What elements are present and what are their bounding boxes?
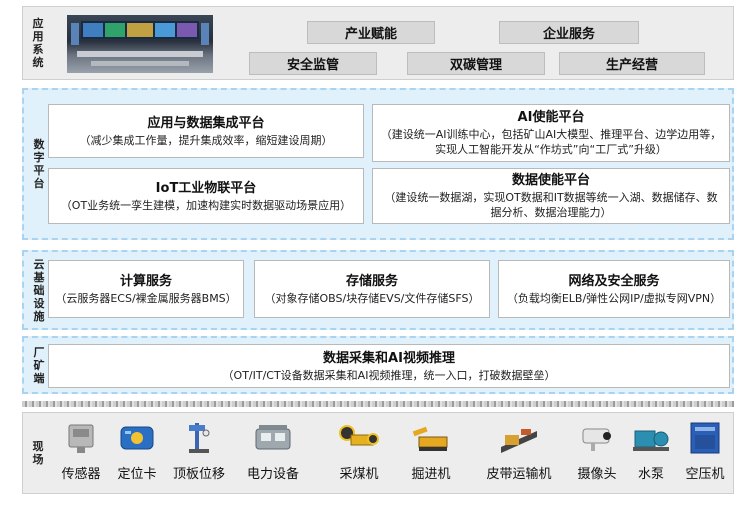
device-roadheader: 掘进机 [403,421,459,482]
plant-edge-layer: 厂 矿 端 数据采集和AI视频推理 （OT/IT/CT设备数据采集和AI视频推理… [22,336,734,394]
digital-platform-layer: 数 字 平 台 应用与数据集成平台 （减少集成工作量，提升集成效率，缩短建设周期… [22,88,734,240]
plant-edge-layer-label: 厂 矿 端 [33,345,45,385]
device-water-pump: 水泵 [623,421,679,482]
data-enablement-platform-card: 数据使能平台 （建设统一数据湖，实现OT数据和IT数据等统一入湖、数据储存、数据… [372,168,730,224]
device-locator-card: 定位卡 [109,421,165,482]
dual-carbon-management-button: 双碳管理 [407,52,545,75]
safety-supervision-button: 安全监管 [249,52,377,75]
locator-card-icon [117,421,157,455]
application-layer-label: 应 用 系 统 [32,17,44,69]
device-air-compressor: 空压机 [677,421,733,482]
layer-separator [22,401,734,407]
sensor-icon [61,421,101,455]
field-layer: 现 场 传感器 定位卡 顶板位移 电力设备 采煤机 掘进机 皮带运输机 摄像头 … [22,412,734,494]
network-security-service-card: 网络及安全服务 （负载均衡ELB/弹性公网IP/虚拟专网VPN） [498,260,730,318]
roof-displacement-icon [179,421,219,455]
application-layer: 应 用 系 统 产业赋能 企业服务 安全监管 双碳管理 生产经营 [22,6,734,80]
app-data-integration-platform-card: 应用与数据集成平台 （减少集成工作量，提升集成效率，缩短建设周期） [48,104,364,158]
enterprise-service-button: 企业服务 [499,21,639,44]
roadheader-icon [411,421,451,455]
air-compressor-icon [685,421,725,455]
device-sensor: 传感器 [53,421,109,482]
ai-enablement-platform-card: AI使能平台 （建设统一AI训练中心，包括矿山AI大模型、推理平台、边学边用等，… [372,104,730,162]
digital-platform-layer-label: 数 字 平 台 [33,138,45,190]
data-collection-ai-video-card: 数据采集和AI视频推理 （OT/IT/CT设备数据采集和AI视频推理，统一入口，… [48,344,730,388]
device-camera: 摄像头 [569,421,625,482]
production-operation-button: 生产经营 [559,52,705,75]
cloud-infrastructure-layer-label: 云 基 础 设 施 [33,257,45,323]
water-pump-icon [631,421,671,455]
cloud-infrastructure-layer: 云 基 础 设 施 计算服务 （云服务器ECS/裸金属服务器BMS） 存储服务 … [22,250,734,330]
camera-icon [577,421,617,455]
industry-empowerment-button: 产业赋能 [307,21,435,44]
control-room-image [67,15,213,73]
compute-service-card: 计算服务 （云服务器ECS/裸金属服务器BMS） [48,260,244,318]
device-shearer: 采煤机 [331,421,387,482]
field-layer-label: 现 场 [32,440,44,466]
belt-conveyor-icon [499,421,539,455]
power-equipment-icon [253,421,293,455]
iot-platform-card: IoT工业物联平台 （OT业务统一孪生建模，加速构建实时数据驱动场景应用） [48,168,364,224]
device-power-equipment: 电力设备 [245,421,301,482]
storage-service-card: 存储服务 （对象存储OBS/块存储EVS/文件存储SFS） [254,260,490,318]
device-roof-displacement: 顶板位移 [171,421,227,482]
shearer-icon [339,421,379,455]
device-belt-conveyor: 皮带运输机 [483,421,555,482]
